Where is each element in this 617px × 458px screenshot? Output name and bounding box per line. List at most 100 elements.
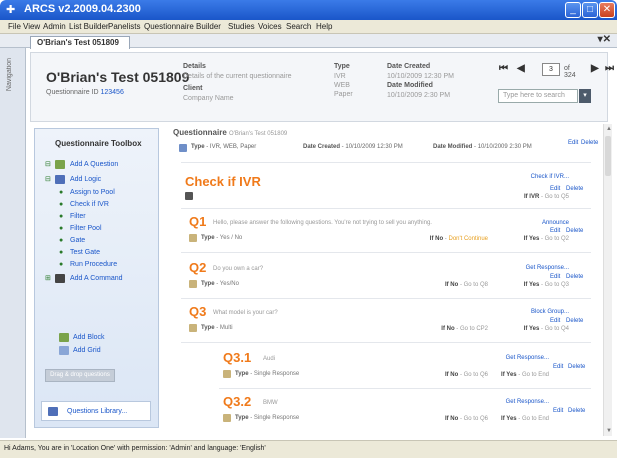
logic-icon — [185, 192, 193, 200]
delete-link[interactable]: Delete — [566, 228, 583, 234]
question-label[interactable]: Q3.2 — [223, 394, 251, 409]
scroll-down-icon[interactable]: ▼ — [606, 428, 612, 434]
delete-link[interactable]: Delete — [566, 186, 583, 192]
prev-page-icon[interactable]: ◀ — [517, 63, 525, 74]
search-input[interactable]: Type here to search — [498, 89, 578, 103]
menu-file[interactable]: File — [8, 22, 21, 31]
logic-filter-pool[interactable]: Filter Pool — [70, 225, 102, 232]
tab-obrians-test[interactable]: O'Brian's Test 051809 — [30, 36, 130, 49]
section-heading: Questionnaire O'Brian's Test 051809 — [173, 128, 287, 137]
logic-filter[interactable]: Filter — [70, 213, 86, 220]
bullet-icon: ● — [59, 261, 64, 268]
expand-icon[interactable]: ⊟ — [45, 175, 51, 183]
logic-assign-to-pool[interactable]: Assign to Pool — [70, 189, 115, 196]
logic-run-procedure[interactable]: Run Procedure — [70, 261, 117, 268]
tab-close-icon[interactable]: ▾✕ — [598, 34, 611, 45]
branch-key: If IVR — [523, 194, 540, 200]
menu-panelists[interactable]: Panelists — [108, 22, 140, 31]
question-label[interactable]: Q2 — [189, 260, 206, 275]
type-label: Type — [201, 235, 215, 241]
expand-icon[interactable]: ⊟ — [45, 160, 51, 168]
page-number-input[interactable]: 3 — [542, 63, 560, 76]
question-label[interactable]: Q3 — [189, 304, 206, 319]
menu-search[interactable]: Search — [286, 22, 311, 31]
edit-link[interactable]: Edit — [550, 186, 560, 192]
logic-check-if-ivr[interactable]: Check if IVR — [70, 201, 109, 208]
scroll-thumb[interactable] — [605, 136, 611, 176]
question-action-link[interactable]: Announce — [493, 220, 569, 226]
logic-title[interactable]: Check if IVR — [185, 174, 261, 189]
divider — [181, 252, 591, 253]
delete-link[interactable]: Delete — [568, 364, 585, 370]
questions-library-button[interactable]: Questions Library... — [41, 401, 151, 421]
logic-action-link[interactable]: Check if IVR... — [493, 174, 569, 180]
menu-questionnaire-builder[interactable]: Questionnaire Builder — [144, 22, 221, 31]
content-scrollbar[interactable]: ▲ ▼ — [603, 124, 612, 436]
add-question-link[interactable]: Add A Question — [70, 161, 118, 168]
logic-gate[interactable]: Gate — [70, 237, 85, 244]
add-logic-link[interactable]: Add Logic — [70, 176, 101, 183]
date-modified-value: 10/10/2009 2:30 PM — [477, 144, 532, 150]
close-button[interactable]: ✕ — [599, 2, 615, 18]
delete-link[interactable]: Delete — [568, 408, 585, 414]
add-command-link[interactable]: Add A Command — [70, 275, 123, 282]
edit-link[interactable]: Edit — [553, 408, 563, 414]
question-text: Hello, please answer the following quest… — [213, 220, 432, 226]
title-bar: ✚ ARCS v2.2009.04.2300 _ □ ✕ — [0, 0, 617, 20]
branch-value: Go to CP2 — [459, 326, 488, 332]
edit-link[interactable]: Edit — [550, 228, 560, 234]
date-modified-value: 10/10/2009 2:30 PM — [387, 92, 451, 99]
question-type-icon — [189, 324, 197, 332]
question-label[interactable]: Q3.1 — [223, 350, 251, 365]
navigation-panel[interactable]: Navigation — [0, 48, 26, 438]
branch-key: If Yes — [523, 326, 540, 332]
branch-yes: If Yes - Go to Q4 — [523, 326, 569, 332]
type-value: Single Response — [253, 371, 300, 377]
menu-admin[interactable]: Admin — [43, 22, 66, 31]
maximize-button[interactable]: □ — [582, 2, 598, 18]
branch-value: Go to Q5 — [544, 194, 569, 200]
edit-link[interactable]: Edit — [568, 140, 578, 146]
delete-link[interactable]: Delete — [581, 140, 598, 146]
window-title: ARCS v2.2009.04.2300 — [24, 3, 141, 15]
qid-value[interactable]: 123456 — [100, 89, 123, 96]
question-type: Type - Single Response — [235, 371, 300, 377]
question-label[interactable]: Q1 — [189, 214, 206, 229]
menu-help[interactable]: Help — [316, 22, 332, 31]
menu-studies[interactable]: Studies — [228, 22, 255, 31]
type-value: Multi — [219, 325, 233, 331]
last-page-icon[interactable]: ⏭ — [605, 63, 614, 74]
bullet-icon: ● — [59, 249, 64, 256]
branch-value: Go to Q4 — [544, 326, 569, 332]
first-page-icon[interactable]: ⏮ — [499, 63, 508, 74]
question-action-link[interactable]: Get Response... — [473, 399, 549, 405]
date-modified-label: Date Modified — [387, 82, 433, 89]
menu-view[interactable]: View — [23, 22, 40, 31]
question-action-link[interactable]: Get Response... — [493, 265, 569, 271]
type-value: Single Response — [253, 415, 300, 421]
logic-test-gate[interactable]: Test Gate — [70, 249, 100, 256]
scroll-up-icon[interactable]: ▲ — [606, 126, 612, 132]
drag-drop-button[interactable]: Drag & drop questions — [45, 369, 115, 382]
delete-link[interactable]: Delete — [566, 274, 583, 280]
question-action-link[interactable]: Get Response... — [473, 355, 549, 361]
menu-list-builder[interactable]: List Builder — [69, 22, 109, 31]
add-question-icon — [55, 160, 65, 169]
type-label: Type — [191, 144, 205, 150]
add-grid-link[interactable]: Add Grid — [73, 347, 101, 354]
minimize-button[interactable]: _ — [565, 2, 581, 18]
add-grid-icon — [59, 346, 69, 355]
edit-link[interactable]: Edit — [550, 274, 560, 280]
delete-link[interactable]: Delete — [566, 318, 583, 324]
question-action-link[interactable]: Block Group... — [493, 309, 569, 315]
search-dropdown-icon[interactable]: ▾ — [579, 89, 591, 103]
edit-link[interactable]: Edit — [553, 364, 563, 370]
menu-voices[interactable]: Voices — [258, 22, 282, 31]
branch-value: Don't Continue — [448, 236, 488, 242]
date-created-value: 10/10/2009 12:30 PM — [387, 73, 454, 80]
add-block-link[interactable]: Add Block — [73, 334, 105, 341]
edit-link[interactable]: Edit — [550, 318, 560, 324]
next-page-icon[interactable]: ▶ — [591, 63, 599, 74]
client-value: Company Name — [183, 95, 234, 102]
expand-icon[interactable]: ⊞ — [45, 274, 51, 282]
